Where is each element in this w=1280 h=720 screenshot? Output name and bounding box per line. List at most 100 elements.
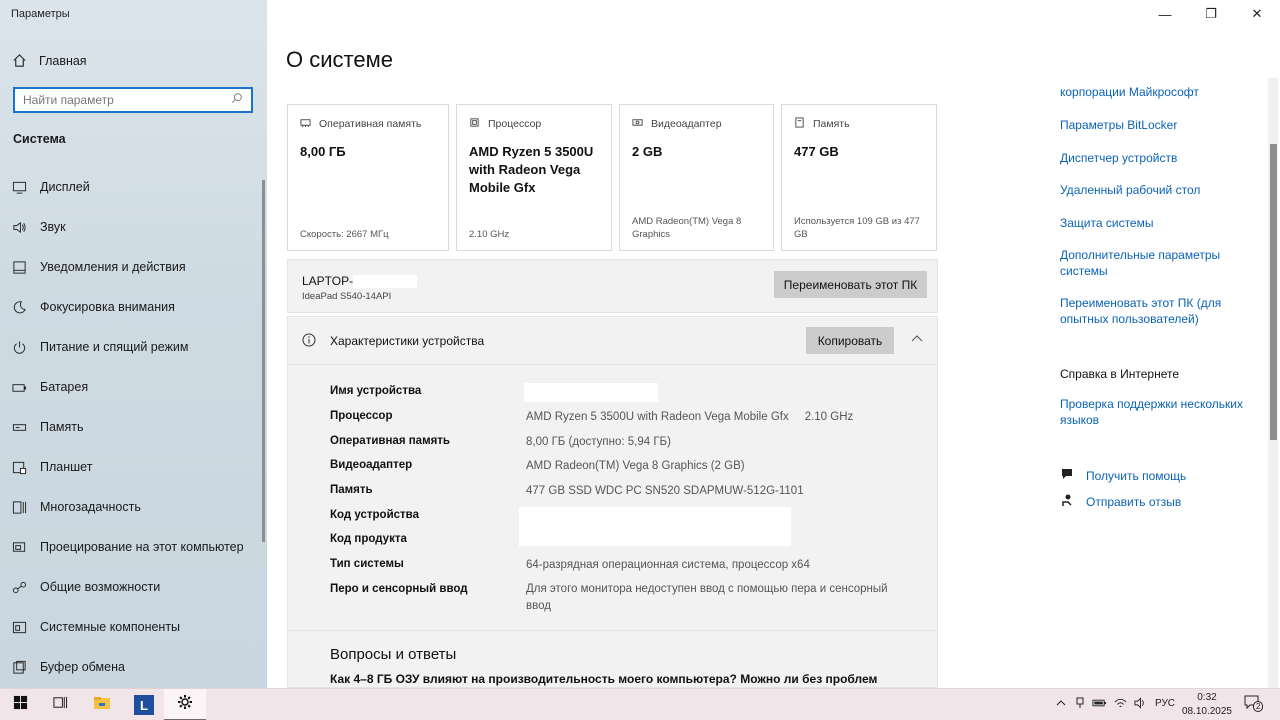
sidebar-item-storage[interactable]: Память: [0, 407, 262, 447]
spec-label: Код продукта: [330, 533, 407, 545]
pc-name: LAPTOP-: [302, 274, 418, 289]
card-label: Оперативная память: [319, 118, 422, 130]
settings-taskbar-button[interactable]: [164, 689, 206, 720]
card-label: Память: [813, 118, 850, 130]
advanced-settings-link[interactable]: Дополнительные параметры системы: [1060, 247, 1235, 279]
chevron-up-tray-icon[interactable]: [1056, 698, 1066, 711]
clock-time: 0:32: [1197, 692, 1217, 703]
wifi-icon[interactable]: [1114, 697, 1127, 712]
card-label: Видеоадаптер: [651, 118, 722, 130]
cpu-card: Процессор AMD Ryzen 5 3500U with Radeon …: [456, 104, 612, 251]
page-title: О системе: [286, 47, 393, 72]
section-title: Система: [13, 132, 66, 146]
sidebar-item-focus-assist[interactable]: Фокусировка внимания: [0, 287, 262, 327]
scrollbar-thumb[interactable]: [1270, 144, 1277, 440]
minimize-button[interactable]: —: [1142, 0, 1188, 28]
search-box[interactable]: [13, 87, 253, 113]
windows-icon: [13, 695, 28, 715]
card-label: Процессор: [488, 118, 542, 130]
sidebar-item-label: Общие возможности: [40, 580, 161, 594]
main-scrollbar[interactable]: [1268, 78, 1278, 688]
window-controls: — ❐ ✕: [1142, 0, 1280, 28]
battery-icon: [12, 380, 27, 395]
copy-button[interactable]: Копировать: [806, 327, 894, 354]
feedback-link[interactable]: Отправить отзыв: [1060, 493, 1181, 510]
card-foot: AMD Radeon(TM) Vega 8 Graphics: [632, 216, 742, 240]
rename-pc-button[interactable]: Переименовать этот ПК: [774, 271, 927, 298]
sidebar-item-label: Буфер обмена: [40, 660, 125, 674]
spec-label: Оперативная память: [330, 435, 450, 447]
card-foot: 2.10 GHz: [469, 229, 510, 240]
sidebar-item-projecting[interactable]: Проецирование на этот компьютер: [0, 527, 262, 567]
l-app-button[interactable]: L: [124, 689, 164, 720]
system-protection-link[interactable]: Защита системы: [1060, 215, 1250, 231]
power-icon: [12, 340, 27, 355]
sidebar-item-shared-experiences[interactable]: Общие возможности: [0, 567, 262, 607]
faq-question-link[interactable]: Как 4–8 ГБ ОЗУ влияют на производительно…: [330, 672, 900, 688]
get-help-label: Получить помощь: [1086, 468, 1187, 483]
sidebar-item-notifications[interactable]: Уведомления и действия: [0, 247, 262, 287]
sidebar-item-label: Фокусировка внимания: [40, 300, 175, 314]
rename-advanced-link[interactable]: Переименовать этот ПК (для опытных польз…: [1060, 295, 1235, 327]
gear-icon: [177, 694, 193, 715]
storage-icon: [12, 420, 27, 435]
sidebar-item-clipboard[interactable]: Буфер обмена: [0, 647, 262, 687]
device-manager-link[interactable]: Диспетчер устройств: [1060, 150, 1250, 166]
file-explorer-button[interactable]: [82, 689, 122, 720]
tablet-icon: [12, 460, 27, 475]
chevron-up-icon[interactable]: [910, 332, 924, 346]
spec-label: Тип системы: [330, 558, 404, 570]
language-indicator[interactable]: РУС: [1155, 698, 1175, 709]
sidebar-item-label: Питание и спящий режим: [40, 340, 189, 354]
battery-tray-icon[interactable]: [1092, 698, 1107, 711]
sidebar-item-multitasking[interactable]: Многозадачность: [0, 487, 262, 527]
close-button[interactable]: ✕: [1234, 0, 1280, 28]
card-foot: Скорость: 2667 МГц: [300, 229, 389, 240]
clock[interactable]: 0:32 08.10.2025: [1182, 691, 1232, 719]
pc-name-panel: LAPTOP- IdeaPad S540-14API Переименовать…: [287, 259, 938, 313]
sidebar-item-sound[interactable]: Звук: [0, 207, 262, 247]
redacted-block: [353, 275, 418, 289]
spec-value: 64-разрядная операционная система, проце…: [526, 559, 810, 571]
notifications-icon: [12, 260, 27, 275]
sidebar-scrollbar[interactable]: [262, 180, 265, 542]
device-specs-header[interactable]: Характеристики устройства Копировать: [288, 317, 937, 365]
ram-icon: [300, 117, 311, 131]
sidebar-item-label: Звук: [40, 220, 66, 234]
volume-icon[interactable]: [1134, 697, 1147, 712]
search-icon[interactable]: [231, 91, 243, 109]
l-app-icon: L: [134, 695, 154, 715]
bitlocker-link[interactable]: Параметры BitLocker: [1060, 117, 1250, 133]
sidebar-item-battery[interactable]: Батарея: [0, 367, 262, 407]
spec-label: Имя устройства: [330, 385, 422, 397]
projecting-icon: [12, 540, 27, 555]
faq-title: Вопросы и ответы: [330, 646, 457, 663]
spec-label: Перо и сенсорный ввод: [330, 583, 468, 595]
storage-icon: [794, 117, 805, 131]
folder-icon: [93, 695, 111, 716]
maximize-button[interactable]: ❐: [1188, 0, 1234, 28]
sidebar-item-display[interactable]: Дисплей: [0, 167, 262, 207]
remote-desktop-link[interactable]: Удаленный рабочий стол: [1060, 182, 1250, 198]
focus-assist-icon: [12, 300, 27, 315]
task-view-button[interactable]: [40, 689, 80, 720]
sidebar-item-power[interactable]: Питание и спящий режим: [0, 327, 262, 367]
card-value: 2 GB: [632, 144, 663, 159]
clipboard-icon: [12, 660, 27, 675]
sound-icon: [12, 220, 27, 235]
microsoft-link[interactable]: корпорации Майкрософт: [1060, 84, 1250, 100]
search-input[interactable]: [23, 93, 231, 107]
redacted-block: [524, 383, 658, 402]
get-help-link[interactable]: Получить помощь: [1060, 467, 1186, 484]
notification-center-button[interactable]: 2: [1244, 695, 1264, 714]
spec-value: AMD Ryzen 5 3500U with Radeon Vega Mobil…: [526, 411, 854, 423]
start-button[interactable]: [0, 689, 40, 720]
sidebar-item-tablet[interactable]: Планшет: [0, 447, 262, 487]
gpu-card: Видеоадаптер 2 GB AMD Radeon(TM) Vega 8 …: [619, 104, 774, 251]
home-nav-item[interactable]: Главная: [12, 53, 87, 68]
feedback-label: Отправить отзыв: [1086, 494, 1182, 509]
sidebar-item-system-components[interactable]: Системные компоненты: [0, 607, 262, 647]
usb-icon[interactable]: [1074, 697, 1086, 712]
storage-card: Память 477 GB Используется 109 GB из 477…: [781, 104, 937, 251]
language-support-link[interactable]: Проверка поддержки нескольких языков: [1060, 396, 1250, 428]
